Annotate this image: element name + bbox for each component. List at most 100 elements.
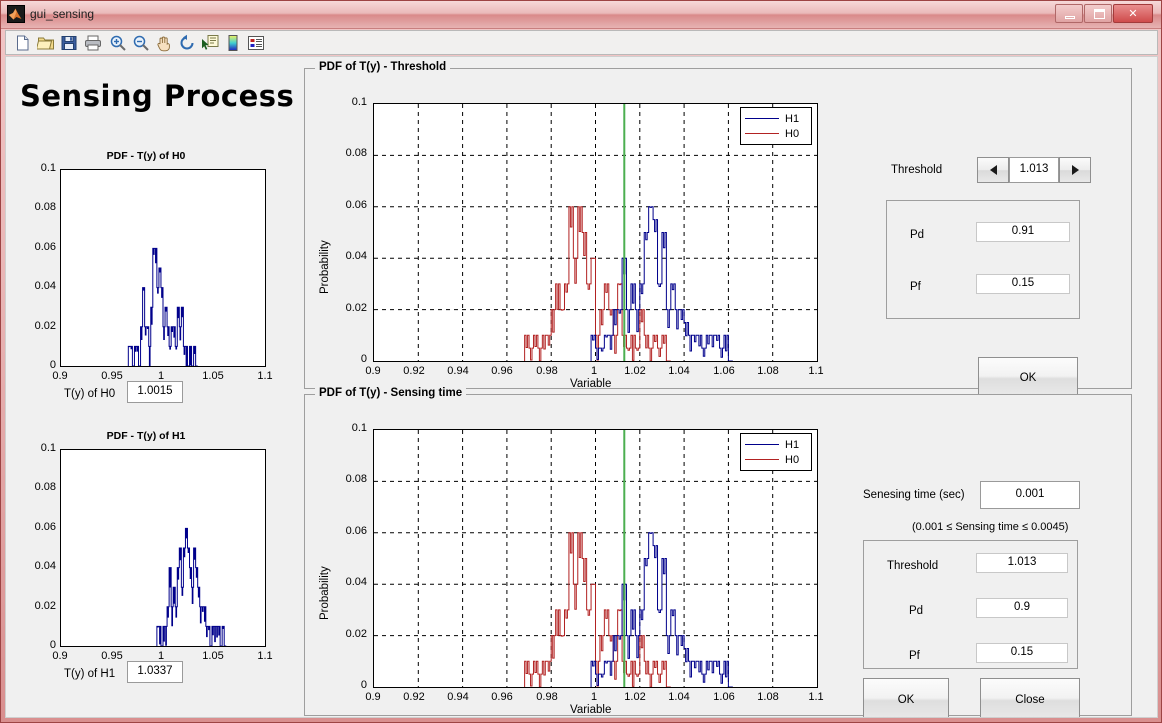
legend-swatch-h1 — [745, 118, 779, 119]
pdf-h0-plot-area — [127, 247, 198, 366]
x-tick: 0.94 — [447, 365, 469, 377]
x-tick: 0.96 — [491, 365, 513, 377]
legend-label-h1: H1 — [785, 112, 800, 125]
open-folder-icon[interactable] — [37, 34, 55, 52]
x-tick: 1.05 — [202, 650, 224, 662]
x-axis-label: Variable — [570, 704, 612, 716]
sensing-pd-label: Pd — [909, 605, 924, 617]
pd-value-field[interactable]: 0.91 — [976, 222, 1070, 242]
x-tick: 0.95 — [101, 650, 123, 662]
threshold-panel-title: PDF of T(y) - Threshold — [315, 61, 451, 73]
y-axis-label: Probability — [319, 566, 331, 620]
x-tick: 1.06 — [713, 365, 735, 377]
x-tick: 0.9 — [365, 365, 381, 377]
x-tick: 0.96 — [491, 691, 513, 703]
x-tick: 0.95 — [101, 370, 123, 382]
x-tick: 0.98 — [536, 691, 558, 703]
pdf-h1-plot-area — [156, 527, 227, 646]
colorbar-icon[interactable] — [224, 34, 242, 52]
legend-swatch-h1 — [745, 444, 779, 445]
sensing-threshold-label: Threshold — [887, 560, 939, 572]
pdf-h0-chart-title: PDF - T(y) of H0 — [106, 150, 186, 162]
y-tick: 0 — [360, 679, 367, 691]
title-bar: gui_sensing ✕ — [1, 1, 1161, 29]
x-tick: 0.98 — [536, 365, 558, 377]
sensing-threshold-field[interactable]: 1.013 — [976, 553, 1068, 573]
threshold-increment-button[interactable] — [1059, 157, 1091, 183]
legend-row-h1: H1 — [745, 111, 807, 126]
x-tick: 0.9 — [52, 370, 68, 382]
y-tick: 0.04 — [34, 280, 56, 292]
chart-legend[interactable]: H1 H0 — [740, 107, 812, 145]
y-tick: 0.02 — [34, 320, 56, 332]
x-tick: 0.9 — [365, 691, 381, 703]
pan-hand-icon[interactable] — [155, 34, 173, 52]
x-tick: 1.05 — [202, 370, 224, 382]
data-cursor-icon[interactable] — [201, 34, 219, 52]
x-tick: 1 — [590, 691, 598, 703]
page-title: Sensing Process — [20, 79, 295, 113]
x-tick: 1.02 — [624, 691, 646, 703]
legend-row-h0: H0 — [745, 126, 807, 141]
close-button[interactable]: ✕ — [1113, 4, 1153, 23]
x-tick: 1.1 — [257, 370, 273, 382]
sensing-time-label: Senesing time (sec) — [863, 489, 965, 501]
legend-label-h0: H0 — [785, 453, 800, 466]
threshold-label: Threshold — [891, 164, 943, 176]
threshold-results-panel: Pd 0.91 Pf 0.15 — [886, 200, 1080, 319]
rotate-3d-icon[interactable] — [178, 34, 196, 52]
zoom-out-icon[interactable] — [132, 34, 150, 52]
x-tick: 1.04 — [668, 365, 690, 377]
y-axis-label: Probability — [319, 240, 331, 294]
sensing-time-panel-title: PDF of T(y) - Sensing time — [315, 387, 467, 399]
save-icon[interactable] — [60, 34, 78, 52]
minimize-icon — [1065, 16, 1075, 19]
pdf-h0-chart[interactable] — [60, 169, 266, 367]
pdf-h1-chart[interactable] — [60, 449, 266, 647]
x-tick: 1.06 — [713, 691, 735, 703]
y-tick: 0.1 — [40, 162, 56, 174]
sensing-pf-field[interactable]: 0.15 — [976, 643, 1068, 663]
legend-swatch-h0 — [745, 133, 779, 134]
threshold-decrement-button[interactable] — [977, 157, 1009, 183]
sensing-pd-field[interactable]: 0.9 — [976, 598, 1068, 618]
pd-label: Pd — [910, 229, 925, 241]
y-tick: 0.02 — [345, 628, 367, 640]
y-tick: 0.06 — [345, 199, 367, 211]
zoom-in-icon[interactable] — [109, 34, 127, 52]
y-tick: 0.06 — [34, 241, 56, 253]
x-tick: 1.08 — [757, 691, 779, 703]
h0-readout-label: T(y) of H0 — [64, 388, 116, 400]
minimize-button[interactable] — [1055, 4, 1083, 23]
x-tick: 1.08 — [757, 365, 779, 377]
x-tick: 0.9 — [52, 650, 68, 662]
client-area: Sensing Process PDF - T(y) of H0 0.1 0.0… — [5, 56, 1158, 718]
y-tick: 0.06 — [34, 521, 56, 533]
x-tick: 1.1 — [257, 650, 273, 662]
new-file-icon[interactable] — [14, 34, 32, 52]
sensing-close-button[interactable]: Close — [980, 678, 1080, 717]
y-tick: 0.08 — [34, 201, 56, 213]
legend-icon[interactable] — [247, 34, 265, 52]
sensing-time-range-note: (0.001 ≤ Sensing time ≤ 0.0045) — [912, 521, 1069, 533]
y-tick: 0.02 — [345, 302, 367, 314]
sensing-pf-label: Pf — [909, 650, 920, 662]
sensing-time-panel: PDF of T(y) - Sensing time 0.1 0.08 0.06… — [304, 387, 1132, 717]
x-axis-label: Variable — [570, 378, 612, 390]
legend-row-h1: H1 — [745, 437, 807, 452]
pf-value-field[interactable]: 0.15 — [976, 274, 1070, 294]
h0-readout-field[interactable]: 1.0015 — [127, 381, 183, 403]
maximize-icon — [1094, 9, 1105, 19]
legend-label-h0: H0 — [785, 127, 800, 140]
maximize-button[interactable] — [1084, 4, 1112, 23]
x-tick: 0.92 — [403, 691, 425, 703]
threshold-value-field[interactable]: 1.013 — [1009, 157, 1059, 183]
x-tick: 1.1 — [808, 365, 824, 377]
h1-readout-field[interactable]: 1.0337 — [127, 661, 183, 683]
print-icon[interactable] — [84, 34, 102, 52]
chart-legend[interactable]: H1 H0 — [740, 433, 812, 471]
sensing-time-field[interactable]: 0.001 — [980, 481, 1080, 509]
threshold-ok-button[interactable]: OK — [978, 357, 1078, 399]
chevron-left-icon — [989, 165, 997, 175]
sensing-ok-button[interactable]: OK — [863, 678, 949, 717]
